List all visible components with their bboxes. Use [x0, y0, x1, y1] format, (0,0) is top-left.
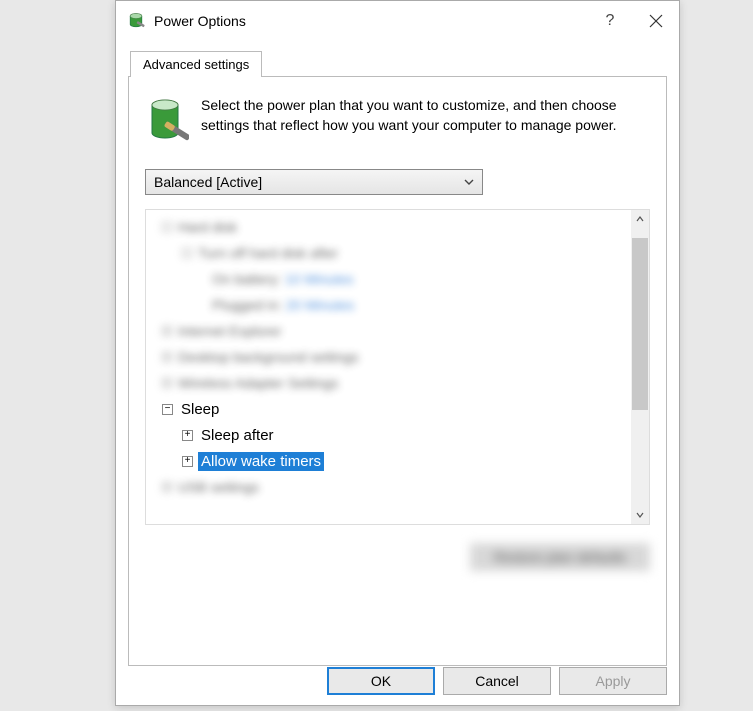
header-row: Select the power plan that you want to c… [145, 95, 650, 151]
help-icon: ? [606, 12, 615, 30]
tree-label-allow-wake-timers: Allow wake timers [198, 452, 324, 471]
expander-icon: + [162, 378, 172, 388]
tree-row-blurred: + Internet Explorer [152, 318, 629, 344]
tab-panel: Select the power plan that you want to c… [128, 76, 667, 666]
tree-label-blurred: Hard disk [178, 219, 237, 235]
restore-row: Restore plan defaults [145, 543, 650, 571]
battery-large-icon [145, 95, 189, 151]
tree-row-blurred: + Desktop background settings [152, 344, 629, 370]
scroll-up-button[interactable] [631, 210, 649, 228]
tree-label-blurred: Internet Explorer [178, 323, 282, 339]
scroll-down-button[interactable] [631, 506, 649, 524]
tree-label-blurred: Desktop background settings [178, 349, 359, 365]
chevron-down-icon [464, 177, 474, 187]
tree-row-blurred: - Turn off hard disk after [152, 240, 629, 266]
window-title: Power Options [154, 13, 587, 29]
dialog-content: Advanced settings Select the power plan … [116, 41, 679, 666]
tree-label-blurred: On battery: [212, 271, 281, 287]
tree-label-blurred: Turn off hard disk after [198, 245, 338, 261]
tab-label: Advanced settings [143, 57, 249, 72]
dialog-button-row: OK Cancel Apply [327, 667, 667, 695]
help-button[interactable]: ? [587, 1, 633, 41]
tree-content: - Hard disk - Turn off hard disk after O… [146, 210, 649, 524]
tree-row-blurred: Plugged in: 20 Minutes [152, 292, 629, 318]
power-plan-select[interactable]: Balanced [Active] [145, 169, 483, 195]
scrollbar[interactable] [631, 210, 649, 524]
tree-row-blurred: On battery: 10 Minutes [152, 266, 629, 292]
expander-icon: - [182, 248, 192, 258]
ok-button[interactable]: OK [327, 667, 435, 695]
close-button[interactable] [633, 1, 679, 41]
tree-label-blurred: USB settings [178, 479, 259, 495]
apply-button: Apply [559, 667, 667, 695]
tree-value-blurred: 10 Minutes [285, 271, 353, 287]
expander-icon: + [162, 482, 172, 492]
expander-icon: - [162, 222, 172, 232]
restore-label: Restore plan defaults [494, 549, 626, 565]
chevron-down-icon [636, 511, 644, 519]
chevron-up-icon [636, 215, 644, 223]
tree-label-blurred: Wireless Adapter Settings [178, 375, 338, 391]
tree-label-sleep: Sleep [178, 400, 222, 419]
header-description: Select the power plan that you want to c… [201, 95, 650, 136]
expand-icon[interactable]: + [182, 456, 193, 467]
tree-row-allow-wake-timers[interactable]: + Allow wake timers [152, 448, 629, 474]
scroll-thumb[interactable] [632, 238, 648, 410]
expander-icon: + [162, 352, 172, 362]
tree-value-blurred: 20 Minutes [286, 297, 354, 313]
tree-label-blurred: Plugged in: [212, 297, 282, 313]
cancel-label: Cancel [475, 673, 519, 689]
expander-icon: + [162, 326, 172, 336]
settings-tree: - Hard disk - Turn off hard disk after O… [145, 209, 650, 525]
power-plan-selected: Balanced [Active] [154, 174, 464, 190]
tab-container: Advanced settings Select the power plan … [128, 51, 667, 666]
battery-icon [126, 11, 146, 31]
tree-row-sleep[interactable]: − Sleep [152, 396, 629, 422]
power-options-dialog: Power Options ? Advanced settings [115, 0, 680, 706]
apply-label: Apply [595, 673, 630, 689]
titlebar: Power Options ? [116, 1, 679, 41]
restore-plan-defaults-button[interactable]: Restore plan defaults [470, 543, 650, 571]
collapse-icon[interactable]: − [162, 404, 173, 415]
tree-row-blurred: - Hard disk [152, 214, 629, 240]
tab-advanced-settings[interactable]: Advanced settings [130, 51, 262, 77]
ok-label: OK [371, 673, 391, 689]
tree-row-blurred: + USB settings [152, 474, 629, 500]
expand-icon[interactable]: + [182, 430, 193, 441]
tree-label-sleep-after: Sleep after [198, 426, 277, 445]
cancel-button[interactable]: Cancel [443, 667, 551, 695]
close-icon [649, 14, 663, 28]
tree-row-sleep-after[interactable]: + Sleep after [152, 422, 629, 448]
tree-row-blurred: + Wireless Adapter Settings [152, 370, 629, 396]
